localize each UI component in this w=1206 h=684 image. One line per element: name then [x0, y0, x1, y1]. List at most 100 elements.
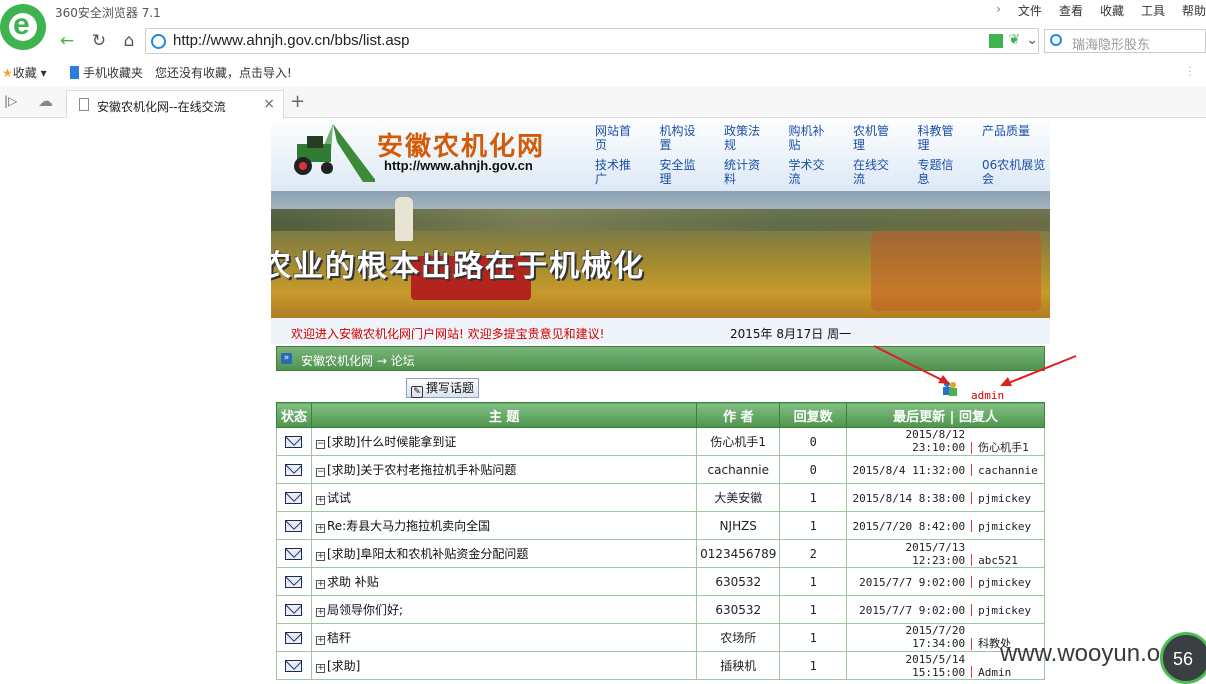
envelope-icon [285, 492, 303, 504]
search-input[interactable]: 瑞海隐形股东 [1044, 29, 1206, 53]
expand-icon[interactable]: + [315, 524, 325, 533]
topic-link[interactable]: [求助] [327, 659, 360, 673]
menu-file[interactable]: 文件 [1018, 2, 1042, 19]
expand-icon[interactable]: + [315, 608, 325, 617]
sidebar-toggle-icon[interactable]: |▷ [4, 94, 17, 108]
nav-tech-promotion[interactable]: 技术推广 [595, 158, 641, 186]
expand-icon[interactable]: + [315, 664, 325, 673]
menu-tools[interactable]: 工具 [1141, 2, 1165, 19]
last-update-cell: 2015/8/14 8:38:00 pjmickey [846, 483, 1045, 512]
topic-link[interactable]: Re:寿县大马力拖拉机卖向全国 [327, 519, 490, 533]
author-link[interactable]: 630532 [715, 603, 761, 617]
expand-icon[interactable]: + [315, 580, 325, 589]
nav-policy[interactable]: 政策法规 [724, 124, 770, 152]
menu-help[interactable]: 帮助 [1182, 2, 1206, 19]
nav-subsidy[interactable]: 购机补贴 [789, 124, 835, 152]
app-title: 360安全浏览器 7.1 [55, 6, 161, 20]
leaf-icon[interactable]: ❦ [1009, 32, 1021, 48]
nav-online-forum[interactable]: 在线交流 [853, 158, 899, 186]
topic-cell: + 局领导你们好; [310, 595, 698, 624]
nav-expo[interactable]: 06农机展览会 [982, 158, 1046, 186]
qr-code-icon[interactable] [988, 34, 1003, 48]
replies-cell: 2 [779, 539, 848, 568]
last-reply-user[interactable]: abc521 [978, 554, 1018, 567]
bookmark-mobile[interactable]: 手机收藏夹 [70, 64, 143, 81]
last-update-time: 2015/5/14 15:15:00 [905, 652, 966, 679]
header-topic: 主 题 [310, 402, 698, 428]
nav-statistics[interactable]: 统计资料 [724, 158, 770, 186]
more-icon[interactable]: ⋮ [1184, 64, 1196, 78]
browser-menu-bar: › 文件 查看 收藏 工具 帮助 [996, 2, 1206, 19]
url-text[interactable]: http://www.ahnjh.gov.cn/bbs/list.asp [173, 32, 410, 49]
envelope-icon [285, 436, 303, 448]
expand-icon[interactable]: − [315, 468, 325, 477]
replies-cell: 1 [779, 623, 848, 652]
expand-icon[interactable]: − [315, 440, 325, 449]
topic-link[interactable]: 秸秆 [327, 631, 351, 645]
replies-cell: 1 [779, 651, 848, 680]
back-icon[interactable]: ← [56, 30, 78, 52]
author-link[interactable]: NJHZS [720, 519, 757, 533]
cloud-icon[interactable]: ☁ [38, 92, 53, 110]
table-header-row: 状态 主 题 作 者 回复数 最后更新 | 回复人 [276, 402, 1045, 428]
topic-link[interactable]: 局领导你们好; [327, 603, 403, 617]
bookmark-favorites[interactable]: ★收藏 ▾ [2, 64, 47, 81]
topic-link[interactable]: 求助 补贴 [327, 575, 379, 589]
table-row: − [求助]关于农村老拖拉机手补贴问题 cachannie 0 2015/8/4 11:… [276, 455, 1045, 484]
refresh-icon[interactable]: ↻ [88, 30, 110, 52]
bookmark-import-hint[interactable]: 您还没有收藏，点击导入! [155, 64, 292, 81]
browser-titlebar: 360安全浏览器 7.1 › 文件 查看 收藏 工具 帮助 [0, 0, 1206, 26]
topic-link[interactable]: 试试 [327, 491, 351, 505]
compose-topic-button[interactable]: ✎ 撰写话题 [406, 378, 480, 398]
nav-education[interactable]: 科教管理 [918, 124, 964, 152]
nav-home[interactable]: 网站首页 [595, 124, 641, 152]
chevron-right-icon[interactable]: › [996, 2, 1001, 19]
last-update-time: 2015/7/7 9:02:00 [859, 603, 966, 617]
author-link[interactable]: 伤心机手1 [710, 435, 766, 449]
url-input[interactable]: http://www.ahnjh.gov.cn/bbs/list.asp ❦ ⌄ [145, 28, 1039, 54]
author-link[interactable]: cachannie [708, 463, 769, 477]
author-link[interactable]: 大美安徽 [714, 491, 762, 505]
separator [971, 666, 973, 678]
last-reply-user[interactable]: pjmickey [978, 604, 1031, 617]
expand-icon[interactable]: + [315, 636, 325, 645]
nav-organization[interactable]: 机构设置 [660, 124, 706, 152]
browser-logo-icon[interactable] [0, 4, 46, 50]
author-cell: 0123456789 [696, 539, 781, 568]
last-reply-user[interactable]: cachannie [978, 464, 1038, 477]
speed-widget[interactable]: 56 [1160, 632, 1206, 684]
nav-quality[interactable]: 产品质量 [982, 124, 1046, 152]
author-link[interactable]: 农场所 [720, 631, 756, 645]
expand-icon[interactable]: + [315, 552, 325, 561]
chevron-down-icon[interactable]: ⌄ [1026, 32, 1038, 48]
expand-icon[interactable]: + [315, 496, 325, 505]
topic-link[interactable]: [求助]什么时候能拿到证 [327, 435, 456, 449]
breadcrumb-text[interactable]: 安徽农机化网 → 论坛 [301, 352, 415, 369]
banner-hills [271, 209, 1050, 231]
home-icon[interactable]: ⌂ [118, 30, 140, 52]
nav-topics[interactable]: 专题信息 [918, 158, 964, 186]
author-link[interactable]: 插秧机 [720, 659, 756, 673]
new-tab-icon[interactable]: + [290, 91, 305, 112]
site-header: 安徽农机化网 http://www.ahnjh.gov.cn 网站首页 机构设置… [271, 118, 1050, 191]
author-link[interactable]: 0123456789 [700, 547, 776, 561]
nav-academic[interactable]: 学术交流 [789, 158, 835, 186]
last-update-time: 2015/7/13 12:23:00 [905, 540, 966, 567]
site-logo[interactable] [285, 122, 375, 184]
replies-cell: 1 [779, 595, 848, 624]
author-link[interactable]: 630532 [715, 575, 761, 589]
last-reply-user[interactable]: 伤心机手1 [978, 441, 1029, 454]
nav-machinery-mgmt[interactable]: 农机管理 [853, 124, 899, 152]
topic-link[interactable]: [求助]关于农村老拖拉机手补贴问题 [327, 463, 516, 477]
separator [971, 464, 973, 476]
nav-safety[interactable]: 安全监理 [660, 158, 706, 186]
last-reply-user[interactable]: pjmickey [978, 492, 1031, 505]
menu-view[interactable]: 查看 [1059, 2, 1083, 19]
tab-active[interactable]: 安徽农机化网--在线交流 × [66, 90, 284, 118]
last-reply-user[interactable]: pjmickey [978, 520, 1031, 533]
close-icon[interactable]: × [263, 96, 275, 112]
author-cell: 630532 [696, 595, 781, 624]
menu-favorites[interactable]: 收藏 [1100, 2, 1124, 19]
last-reply-user[interactable]: pjmickey [978, 576, 1031, 589]
topic-link[interactable]: [求助]阜阳太和农机补贴资金分配问题 [327, 547, 528, 561]
